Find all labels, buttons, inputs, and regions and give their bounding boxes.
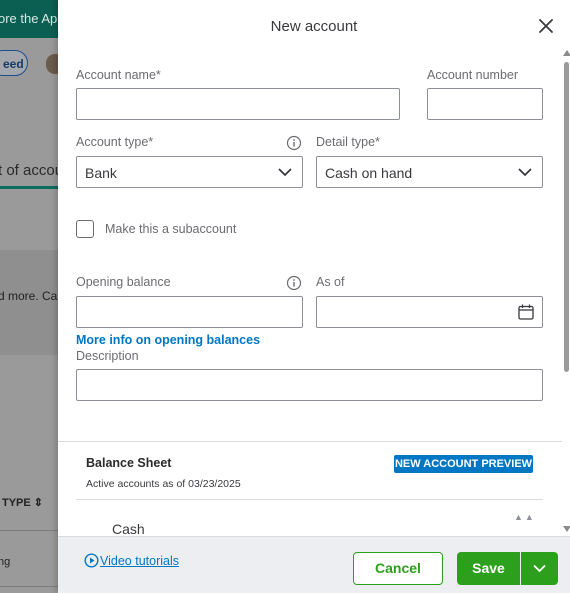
drawer-footer: Video tutorials Cancel Save (58, 536, 570, 593)
scroll-up-arrow[interactable] (563, 50, 570, 56)
background-divider (0, 530, 58, 531)
sort-icon: ⇕ (33, 497, 44, 509)
avatar (46, 54, 58, 74)
save-options-button[interactable] (521, 552, 558, 585)
as-of-date-input[interactable] (316, 296, 543, 328)
detail-type-select[interactable]: Cash on hand (316, 156, 543, 188)
info-icon[interactable] (286, 275, 302, 291)
detail-type-value: Cash on hand (325, 165, 413, 181)
background-row-text: ng (0, 556, 11, 568)
account-name-input[interactable] (76, 88, 400, 120)
cancel-button[interactable]: Cancel (353, 552, 443, 585)
account-type-select[interactable]: Bank (76, 156, 303, 188)
chevron-down-icon (533, 564, 546, 573)
chevron-down-icon (278, 168, 292, 177)
background-pill-text: eed (3, 57, 24, 71)
detail-type-label: Detail type* (316, 135, 380, 149)
calendar-icon[interactable] (517, 303, 535, 321)
subaccount-label: Make this a subaccount (105, 222, 237, 236)
scroll-down-arrow[interactable] (563, 526, 570, 532)
account-type-label: Account type* (76, 135, 154, 149)
preview-row-cash: Cash (112, 521, 145, 537)
new-account-preview-badge: NEW ACCOUNT PREVIEW (394, 455, 533, 473)
subaccount-checkbox[interactable] (76, 220, 94, 238)
close-button[interactable] (536, 16, 556, 36)
save-button[interactable]: Save (457, 552, 520, 585)
background-heading: t of accou (0, 162, 58, 179)
balance-sheet-title: Balance Sheet (86, 456, 172, 470)
close-icon (539, 19, 553, 33)
drawer-title: New account (270, 18, 358, 35)
preview-divider (76, 499, 543, 500)
opening-balance-info-link[interactable]: More info on opening balances (76, 333, 260, 347)
account-name-label: Account name* (76, 68, 161, 82)
info-icon[interactable] (286, 135, 302, 151)
opening-balance-label: Opening balance (76, 275, 171, 289)
as-of-label: As of (316, 275, 345, 289)
background-panel-text: d more. Ca (0, 289, 58, 303)
video-tutorials-link[interactable]: Video tutorials (84, 553, 179, 568)
account-type-value: Bank (85, 165, 117, 181)
account-number-label: Account number (427, 68, 519, 82)
background-divider (0, 586, 58, 587)
description-input[interactable] (76, 369, 543, 401)
background-type-label: TYPE (2, 497, 31, 509)
background-type-column: TYPE ⇕ (2, 496, 43, 509)
new-account-drawer: New account Account name* Account number… (58, 0, 570, 593)
background-feed-pill: eed (0, 50, 28, 76)
scrollbar[interactable] (562, 50, 570, 536)
chevron-down-icon (518, 168, 532, 177)
background-tab-underline (0, 186, 58, 189)
balance-sheet-subtitle: Active accounts as of 03/23/2025 (86, 478, 241, 490)
background-banner-text: ore the Ap (0, 11, 58, 26)
scroll-thumb[interactable] (564, 62, 569, 372)
collapse-arrows-icon[interactable]: ▲▲ (514, 512, 536, 522)
opening-balance-input[interactable] (76, 296, 303, 328)
account-number-input[interactable] (427, 88, 543, 120)
description-label: Description (76, 349, 139, 363)
section-divider (58, 441, 562, 442)
background-page: ore the Ap eed t of accou d more. Ca TYP… (0, 0, 58, 593)
play-icon (84, 553, 99, 568)
background-banner: ore the Ap (0, 0, 58, 38)
video-tutorials-label: Video tutorials (100, 554, 179, 568)
